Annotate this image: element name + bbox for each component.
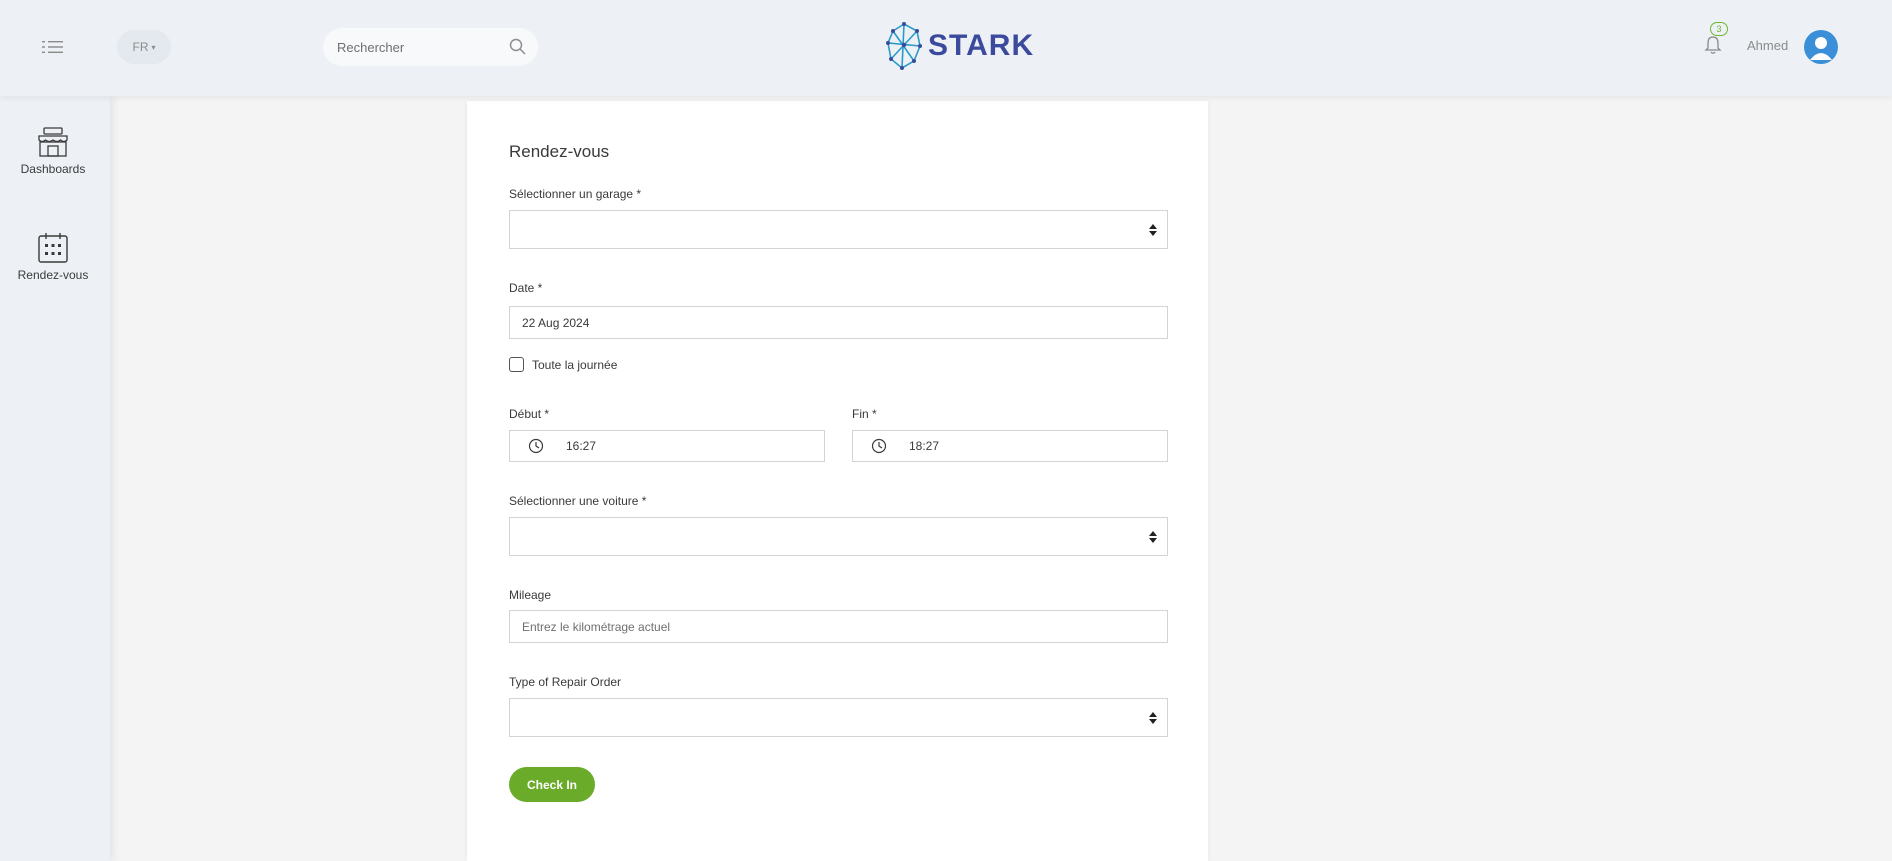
user-name[interactable]: Ahmed xyxy=(1747,38,1788,53)
sidebar-item-label: Rendez-vous xyxy=(17,268,89,282)
appointment-card: Rendez-vous Sélectionner un garage * Dat… xyxy=(467,101,1208,861)
all-day-toggle[interactable]: Toute la journée xyxy=(509,357,617,372)
search-box xyxy=(323,28,538,66)
user-avatar-icon[interactable] xyxy=(1804,30,1838,64)
search-icon[interactable] xyxy=(508,37,528,57)
language-dropdown[interactable]: FR ▾ xyxy=(117,30,171,64)
sidebar-item-rendez-vous[interactable]: Rendez-vous xyxy=(0,232,106,282)
page-title: Rendez-vous xyxy=(509,142,610,161)
repair-type-label: Type of Repair Order xyxy=(509,675,622,689)
end-time-label: Fin * xyxy=(852,407,877,421)
start-time-value: 16:27 xyxy=(566,439,597,453)
brand-logo[interactable]: STARK xyxy=(884,20,1034,72)
date-label: Date * xyxy=(509,281,543,295)
notification-badge: 3 xyxy=(1710,22,1728,36)
language-label: FR xyxy=(132,40,149,54)
sidebar-item-dashboards[interactable]: Dashboards xyxy=(0,126,106,176)
mileage-label: Mileage xyxy=(509,588,552,602)
start-time-label: Début * xyxy=(509,407,550,421)
repair-type-select[interactable] xyxy=(509,698,1168,737)
check-in-button[interactable]: Check In xyxy=(509,767,595,802)
brand-mark-icon xyxy=(886,22,922,70)
notification-bell-icon[interactable] xyxy=(1703,34,1723,56)
select-arrows-icon xyxy=(1149,711,1157,725)
search-input[interactable] xyxy=(337,28,497,66)
date-field[interactable] xyxy=(509,306,1168,339)
all-day-checkbox[interactable] xyxy=(509,357,524,372)
sidebar-item-label: Dashboards xyxy=(20,162,86,176)
clock-icon xyxy=(528,438,544,454)
car-label: Sélectionner une voiture * xyxy=(509,494,647,508)
brand-name: STARK xyxy=(928,29,1035,62)
shop-icon xyxy=(38,127,68,157)
mileage-input[interactable] xyxy=(509,610,1168,643)
all-day-label: Toute la journée xyxy=(532,357,618,372)
menu-toggle-icon[interactable] xyxy=(40,38,66,56)
end-time-value: 18:27 xyxy=(909,439,940,453)
select-arrows-icon xyxy=(1149,530,1157,544)
clock-icon xyxy=(871,438,887,454)
caret-down-icon: ▾ xyxy=(151,42,156,52)
sidebar: Dashboards Rendez-vous xyxy=(0,96,110,861)
select-arrows-icon xyxy=(1149,223,1157,237)
garage-select[interactable] xyxy=(509,210,1168,249)
start-time-field[interactable]: 16:27 xyxy=(509,430,825,462)
end-time-field[interactable]: 18:27 xyxy=(852,430,1168,462)
top-bar: FR▾ STARK 3 Ahmed xyxy=(0,0,1892,96)
car-select[interactable] xyxy=(509,517,1168,556)
calendar-icon xyxy=(38,233,68,263)
garage-label: Sélectionner un garage * xyxy=(509,187,642,201)
